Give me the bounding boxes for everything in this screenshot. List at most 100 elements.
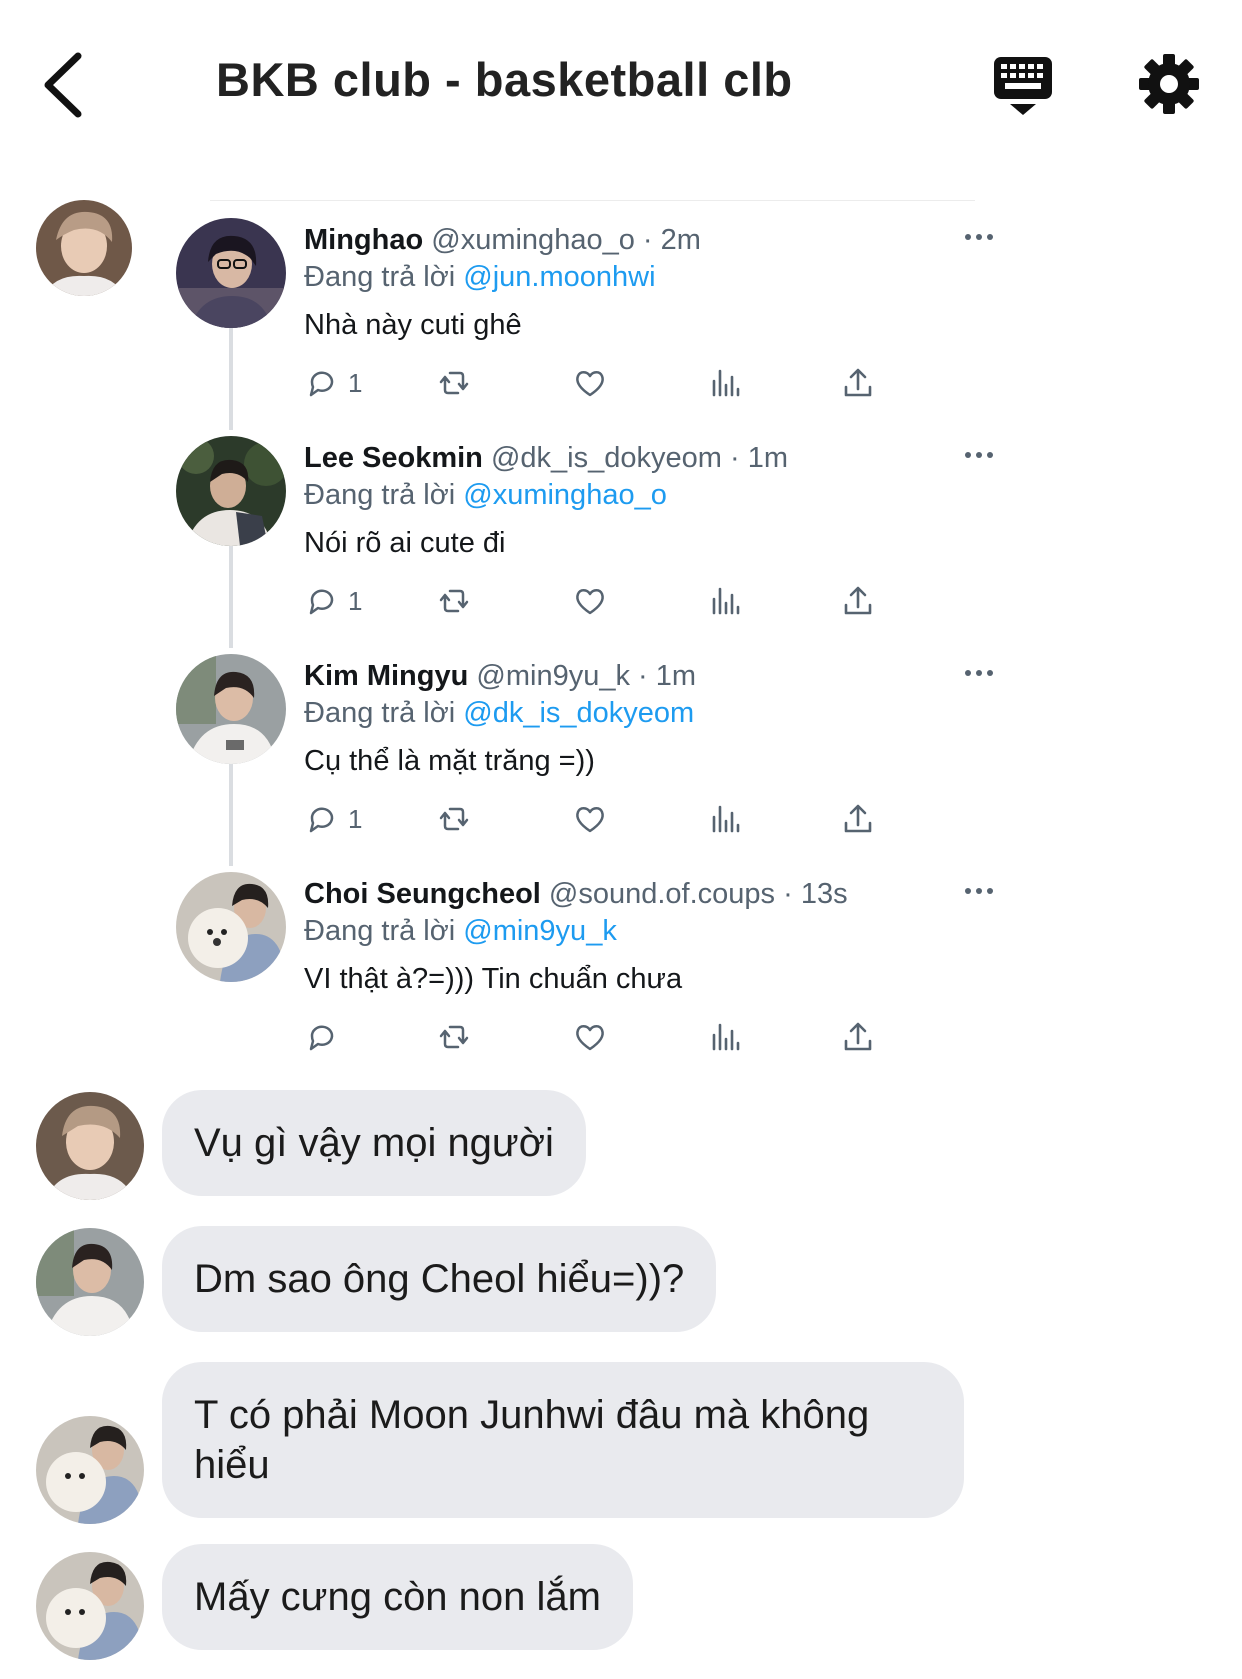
tweet-avatar[interactable]	[176, 872, 286, 982]
reply-count: 1	[348, 803, 363, 834]
tweet-avatar[interactable]	[176, 218, 286, 328]
reply-button[interactable]	[304, 1015, 348, 1059]
more-button[interactable]	[962, 876, 996, 906]
tweet-actions: 1	[304, 579, 924, 623]
tweet-separator: ·	[642, 224, 653, 256]
tweet-author-handle[interactable]: @xuminghao_o	[431, 224, 635, 256]
heart-icon	[576, 371, 604, 397]
share-button[interactable]	[840, 1015, 876, 1059]
message-text: T có phải Moon Junhwi đâu mà không hiểu	[194, 1393, 870, 1487]
reply-count: 1	[348, 585, 363, 616]
reply-mention[interactable]: @xuminghao_o	[463, 479, 667, 511]
retweet-button[interactable]	[436, 579, 472, 623]
replying-label: Đang trả lời	[304, 261, 456, 293]
stats-icon	[712, 587, 740, 615]
tweet-author-handle[interactable]: @sound.of.coups	[549, 878, 775, 910]
more-button[interactable]	[962, 658, 996, 688]
reply-count: 1	[348, 367, 363, 398]
heart-icon	[576, 589, 604, 615]
like-button[interactable]	[572, 579, 608, 623]
stats-icon	[712, 369, 740, 397]
sender-avatar[interactable]	[36, 200, 132, 296]
retweet-icon	[439, 807, 469, 831]
thread-tweet[interactable]: Lee Seokmin @dk_is_dokyeom · 1m Đang trả…	[176, 424, 1006, 642]
reply-mention[interactable]: @dk_is_dokyeom	[463, 697, 694, 729]
tweet-time: 1m	[747, 442, 789, 474]
keyboard-button[interactable]	[992, 55, 1054, 117]
reply-icon	[309, 371, 334, 397]
reply-icon	[309, 1025, 334, 1051]
tweet-author-name[interactable]: Minghao	[304, 224, 423, 256]
more-button[interactable]	[962, 222, 996, 252]
message-text: Mấy cưng còn non lắm	[194, 1575, 601, 1619]
gear-icon	[1139, 54, 1199, 114]
more-icon	[965, 888, 993, 894]
retweet-button[interactable]	[436, 797, 472, 841]
replying-label: Đang trả lời	[304, 915, 456, 947]
tweet-separator: ·	[729, 442, 740, 474]
message-bubble: T có phải Moon Junhwi đâu mà không hiểu	[162, 1362, 964, 1518]
thread-tweet[interactable]: Choi Seungcheol @sound.of.coups · 13s Đa…	[176, 860, 1006, 1078]
tweet-avatar[interactable]	[176, 436, 286, 546]
reply-icon	[309, 589, 334, 615]
more-icon	[965, 670, 993, 676]
tweet-author-name[interactable]: Choi Seungcheol	[304, 878, 541, 910]
tweet-time: 13s	[800, 878, 848, 910]
views-button[interactable]	[706, 797, 742, 841]
like-button[interactable]	[572, 1015, 608, 1059]
tweet-text: Nhà này cuti ghê	[304, 309, 522, 341]
share-button[interactable]	[840, 361, 876, 405]
thread-tweet[interactable]: Minghao @xuminghao_o · 2m Đang trả lời @…	[176, 206, 1006, 424]
more-icon	[965, 452, 993, 458]
card-divider	[210, 200, 975, 201]
views-button[interactable]	[706, 579, 742, 623]
message-avatar[interactable]	[36, 1552, 144, 1660]
reply-button[interactable]: 1	[304, 797, 362, 841]
message-avatar[interactable]	[36, 1092, 144, 1200]
more-icon	[965, 234, 993, 240]
tweet-actions	[304, 1015, 924, 1059]
reply-button[interactable]: 1	[304, 579, 362, 623]
reply-mention[interactable]: @jun.moonhwi	[463, 261, 655, 293]
share-icon	[844, 586, 872, 615]
stats-icon	[712, 805, 740, 833]
back-button[interactable]	[40, 50, 90, 120]
reply-icon	[309, 807, 334, 833]
views-button[interactable]	[706, 1015, 742, 1059]
more-button[interactable]	[962, 440, 996, 470]
message-bubble: Mấy cưng còn non lắm	[162, 1544, 633, 1650]
share-icon	[844, 804, 872, 833]
share-button[interactable]	[840, 797, 876, 841]
retweet-button[interactable]	[436, 361, 472, 405]
tweet-avatar[interactable]	[176, 654, 286, 764]
tweet-separator: ·	[638, 660, 648, 692]
retweet-icon	[439, 589, 469, 613]
heart-icon	[576, 807, 604, 833]
message-avatar[interactable]	[36, 1228, 144, 1336]
like-button[interactable]	[572, 797, 608, 841]
tweet-actions: 1	[304, 361, 924, 405]
settings-button[interactable]	[1138, 53, 1200, 115]
retweet-button[interactable]	[436, 1015, 472, 1059]
retweet-icon	[439, 1025, 469, 1049]
tweet-author-handle[interactable]: @dk_is_dokyeom	[491, 442, 722, 474]
like-button[interactable]	[572, 361, 608, 405]
tweet-text: Cụ thể là mặt trăng =))	[304, 745, 595, 777]
views-button[interactable]	[706, 361, 742, 405]
thread-tweet[interactable]: Kim Mingyu @min9yu_k · 1m Đang trả lời @…	[176, 642, 1006, 860]
tweet-actions: 1	[304, 797, 924, 841]
message-bubble: Vụ gì vậy mọi người	[162, 1090, 586, 1196]
tweet-text: VI thật à?=))) Tin chuẩn chưa	[304, 963, 683, 995]
reply-mention[interactable]: @min9yu_k	[463, 915, 617, 947]
tweet-text: Nói rõ ai cute đi	[304, 527, 506, 559]
tweet-author-handle[interactable]: @min9yu_k	[476, 660, 630, 692]
heart-icon	[576, 1025, 604, 1051]
share-icon	[844, 1022, 872, 1051]
message-avatar[interactable]	[36, 1416, 144, 1524]
share-button[interactable]	[840, 579, 876, 623]
chevron-left-icon	[44, 52, 82, 118]
tweet-author-name[interactable]: Kim Mingyu	[304, 660, 468, 692]
tweet-author-name[interactable]: Lee Seokmin	[304, 442, 483, 474]
keyboard-icon	[994, 57, 1052, 115]
reply-button[interactable]: 1	[304, 361, 362, 405]
